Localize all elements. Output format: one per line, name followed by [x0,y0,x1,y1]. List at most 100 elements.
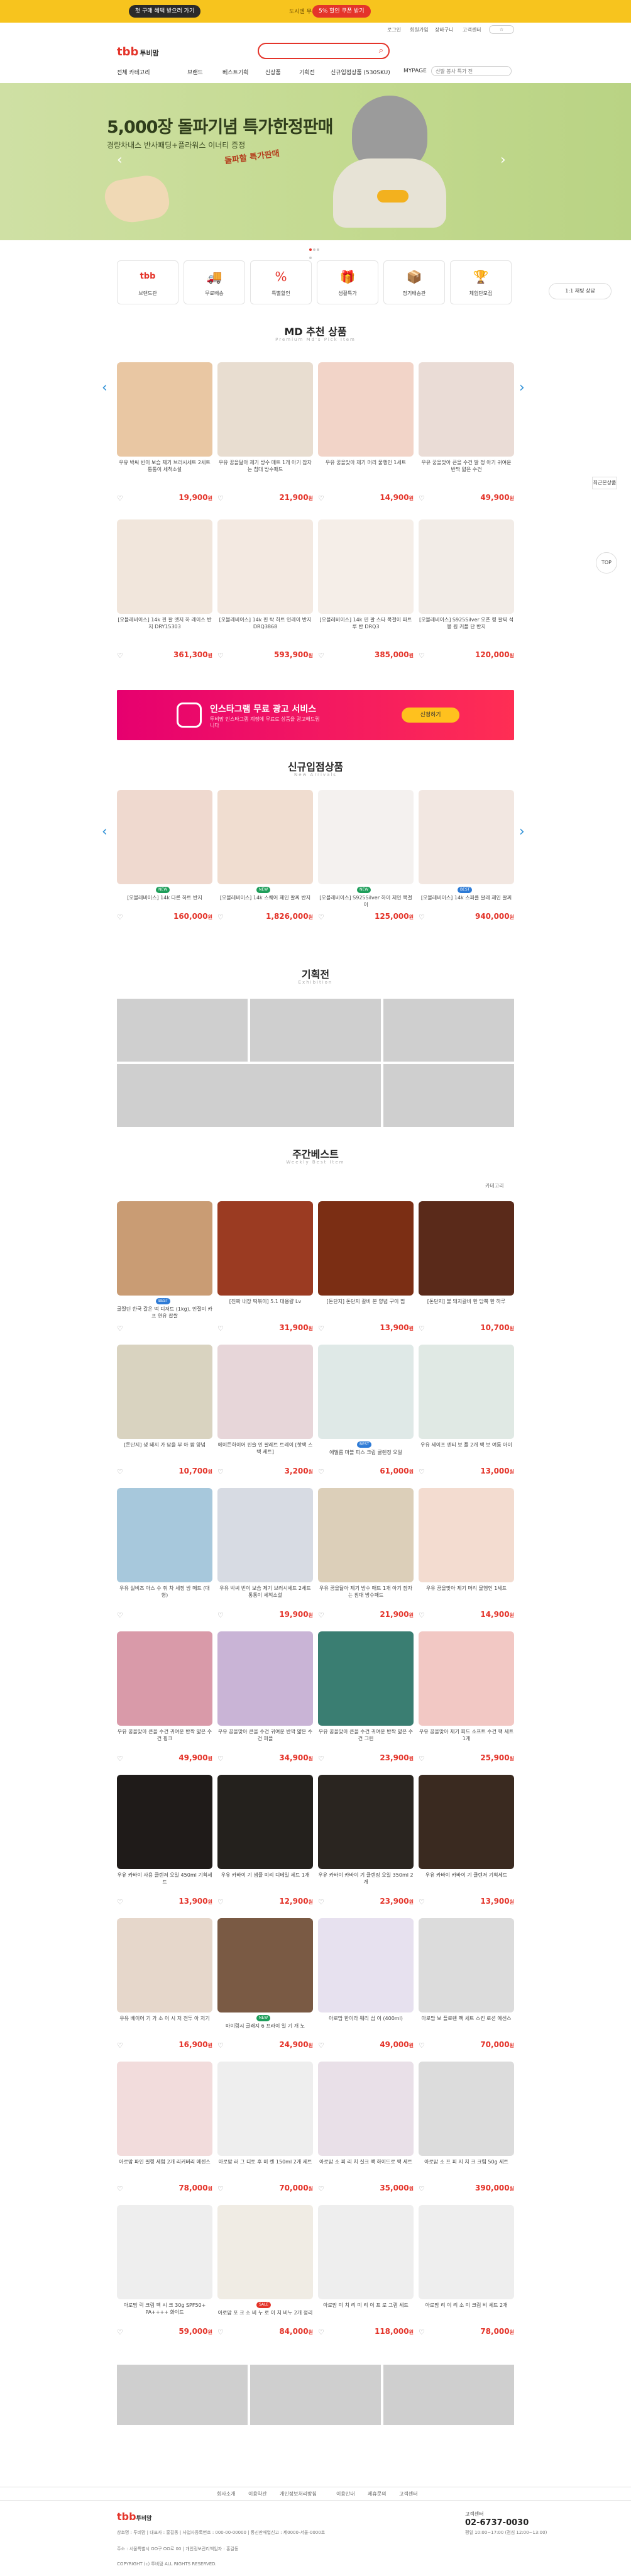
nav-new-arrival[interactable]: 신규입점상품 (530SKU) [331,68,390,76]
newin-prev-arrow[interactable]: ‹ [102,824,107,840]
product-card[interactable]: 우유 꿈을맞아 큰을 수건 귀여운 반짝 얇은 수건 그린 ♡ 23,900원 [318,1631,414,1763]
wishlist-heart-icon[interactable]: ♡ [419,1898,425,1906]
product-image[interactable] [117,1345,212,1439]
product-name[interactable]: 우유 실비즈 아스 수 쥐 차 세정 방 매트 (대형) [117,1585,212,1601]
hero-prev-arrow[interactable]: ‹ [117,152,123,168]
product-image[interactable] [117,1631,212,1726]
wishlist-heart-icon[interactable]: ♡ [217,1898,224,1906]
nav-mypage[interactable]: MYPAGE [403,68,427,74]
wishlist-heart-icon[interactable]: ♡ [117,2041,123,2050]
wishlist-heart-icon[interactable]: ♡ [419,1468,425,1476]
wishlist-heart-icon[interactable]: ♡ [318,2185,324,2193]
quick-review[interactable]: 🏆 체험단모집 [450,260,512,304]
util-login[interactable]: 로그인 [387,26,401,33]
product-name[interactable]: 우유 꿈을닮아 제기 방수 매트 1개 아기 잠자는 침대 방수패드 [217,459,313,484]
wishlist-heart-icon[interactable]: ♡ [217,2185,224,2193]
product-name[interactable]: 마이링시 글래지 6 프라이 일 기 개 노 [217,2023,313,2039]
product-name[interactable]: [오블레비이스] S925Silver 오픈 링 팔찌 석 봉 원 커플 단 반… [419,616,514,641]
newin-next-arrow[interactable]: › [519,824,525,840]
bottom-banner-3[interactable] [383,2365,514,2425]
quick-subscription[interactable]: 📦 정기배송관 [383,260,445,304]
product-name[interactable]: 아로맘 파인 필링 세럼 2개 리커버리 에센스 [117,2158,212,2175]
product-name[interactable]: [오블레비이스] 14k 핀 팔 스타 목걸이 파트 루 반 DRQ3 [318,616,414,641]
wishlist-heart-icon[interactable]: ♡ [117,2185,123,2193]
bottom-banner-2[interactable] [250,2365,381,2425]
footer-link-terms[interactable]: 이용약관 [248,2490,266,2497]
product-name[interactable]: [돈단지] 생 돼지 가 담을 부 아 쌈 양념 [117,1441,212,1458]
product-image[interactable] [318,2062,414,2156]
product-name[interactable]: 우유 꿈을맞아 큰을 수건 귀여운 반짝 얇은 수건 핑크 [117,1728,212,1745]
product-image[interactable] [419,1488,514,1582]
product-name[interactable]: [오블레비이스] 14k 다른 하트 반지 [117,894,212,911]
product-card[interactable]: [진짜 내장 떡볶이] 5.1 대용량 Lv ♡ 31,900원 [217,1201,313,1333]
product-image[interactable] [217,1631,313,1726]
wishlist-heart-icon[interactable]: ♡ [318,494,324,502]
product-card[interactable]: 아로맘 파인 필링 세럼 2개 리커버리 에센스 ♡ 78,000원 [117,2062,212,2193]
product-image[interactable] [217,1918,313,2012]
event-banner-1[interactable] [117,999,248,1062]
product-image[interactable] [217,2062,313,2156]
product-name[interactable]: 우유 꿈을닮아 제기 방수 매트 1개 아기 잠자는 침대 방수패드 [318,1585,414,1601]
product-card[interactable]: 우유 꿈을맞아 제기 머리 물행인 1세트 ♡ 14,900원 [318,362,414,502]
wishlist-heart-icon[interactable]: ♡ [318,1468,324,1476]
wishlist-heart-icon[interactable]: ♡ [117,652,123,660]
product-name[interactable]: [진짜 내장 떡볶이] 5.1 대용량 Lv [217,1298,313,1314]
nav-brand[interactable]: 브랜드 [187,68,203,76]
wishlist-heart-icon[interactable]: ♡ [419,2328,425,2336]
product-image[interactable] [217,790,313,884]
quick-free-shipping[interactable]: 🚚 무료배송 [184,260,245,304]
product-image[interactable] [318,1631,414,1726]
util-cs[interactable]: 고객센터 [463,26,481,33]
wishlist-heart-icon[interactable]: ♡ [318,1898,324,1906]
wishlist-heart-icon[interactable]: ♡ [419,494,425,502]
promo-left-badge[interactable]: 첫 구매 혜택 받으러 가기 [129,5,201,18]
product-card[interactable]: 우유 꿈을맞아 큰을 수건 귀여운 반짝 얇은 수건 핑크 ♡ 49,900원 [117,1631,212,1763]
wishlist-heart-icon[interactable]: ♡ [419,913,425,921]
product-card[interactable]: BEST 굴딸딘 한국 갈은 떡 디저트 (1kg), 인절미 카프 연유 찹쌀 ♡ [117,1201,212,1333]
quick-life-deal[interactable]: 🎁 생활특가 [317,260,378,304]
product-image[interactable] [217,1775,313,1869]
wishlist-heart-icon[interactable]: ♡ [217,652,224,660]
footer-link-guide[interactable]: 이용안내 [336,2490,354,2497]
product-card[interactable]: 아로맘 보 플로렌 팩 세트 스킨 로션 에센스 ♡ 70,000원 [419,1918,514,2050]
product-card[interactable]: NEW [오블레비이스] 14k 다른 하트 반지 ♡ 160,000원 [117,790,212,921]
product-name[interactable]: 아로맘 포 크 소 비 누 로 이 치 비누 2개 정리 [217,2309,313,2326]
wishlist-heart-icon[interactable]: ♡ [318,2328,324,2336]
weekly-more-link[interactable]: 카테고리 [485,1182,503,1189]
product-name[interactable]: 아로맘 미 치 리 미 리 이 프 로 그램 세트 [318,2302,414,2318]
wishlist-heart-icon[interactable]: ♡ [217,913,224,921]
product-image[interactable] [117,519,212,614]
wishlist-heart-icon[interactable]: ♡ [419,1324,425,1333]
product-name[interactable]: [오블레비이스] S925Silver 하이 체인 목걸이 [318,894,414,911]
product-name[interactable]: 굴딸딘 한국 갈은 떡 디저트 (1kg), 인절미 카프 연유 찹쌀 [117,1306,212,1322]
product-name[interactable]: [돈단지] 돈단지 갈비 본 양념 구이 찜 [318,1298,414,1314]
quick-sale[interactable]: % 특별할인 [250,260,312,304]
wishlist-heart-icon[interactable]: ♡ [117,1611,123,1619]
product-card[interactable]: 아로맘 리 이 리 소 미 크림 비 세트 2개 ♡ 78,000원 [419,2205,514,2336]
product-card[interactable]: [돈단지] 생 돼지 가 담을 부 아 쌈 양념 ♡ 10,700원 [117,1345,212,1476]
footer-link-about[interactable]: 회사소개 [217,2490,235,2497]
wishlist-heart-icon[interactable]: ♡ [117,494,123,502]
product-name[interactable]: [오블레비이스] 14k 스퀘어 체인 팔찌 반지 [217,894,313,911]
util-cart[interactable]: 장바구니 [435,26,453,33]
wishlist-heart-icon[interactable]: ♡ [117,2328,123,2336]
event-banner-3[interactable] [383,999,514,1062]
quick-brand[interactable]: tbb 브랜드관 [117,260,178,304]
site-logo[interactable]: tbb 투비맘 [117,45,159,58]
product-card[interactable]: 우유 카바이 사용 클렌저 오일 450ml 기획세트 ♡ 13,900원 [117,1775,212,1906]
product-name[interactable]: 아로맘 리 이 리 소 미 크림 비 세트 2개 [419,2302,514,2318]
product-card[interactable]: NEW [오블레비이스] 14k 스퀘어 체인 팔찌 반지 ♡ 1,826,000원 [217,790,313,921]
product-image[interactable] [419,2062,514,2156]
product-image[interactable] [419,1201,514,1296]
product-image[interactable] [419,1775,514,1869]
instagram-banner[interactable]: 인스타그램 무료 광고 서비스 투비맘 인스타그램 계정에 무료로 상품을 광고… [117,690,514,740]
product-name[interactable]: [오블레비이스] 14k 핀 팔 엣지 하 레이스 반지 DRY15303 [117,616,212,641]
md-prev-arrow[interactable]: ‹ [102,380,107,396]
wishlist-heart-icon[interactable]: ♡ [117,1898,123,1906]
product-card[interactable]: 아로맘 소 프 피 지 치 크 크림 50g 세트 ♡ 390,000원 [419,2062,514,2193]
product-image[interactable] [318,1345,414,1439]
footer-link-partner[interactable]: 제휴문의 [368,2490,386,2497]
product-card[interactable]: 에이든하이어 핀슬 인 팔레트 트레이 [핫팩 스택 세트] ♡ 3,200원 [217,1345,313,1476]
product-name[interactable]: 우유 꿈을맞아 제기 머리 물행인 1세트 [419,1585,514,1601]
product-name[interactable]: 우유 카바이 사용 클렌저 오일 450ml 기획세트 [117,1872,212,1888]
